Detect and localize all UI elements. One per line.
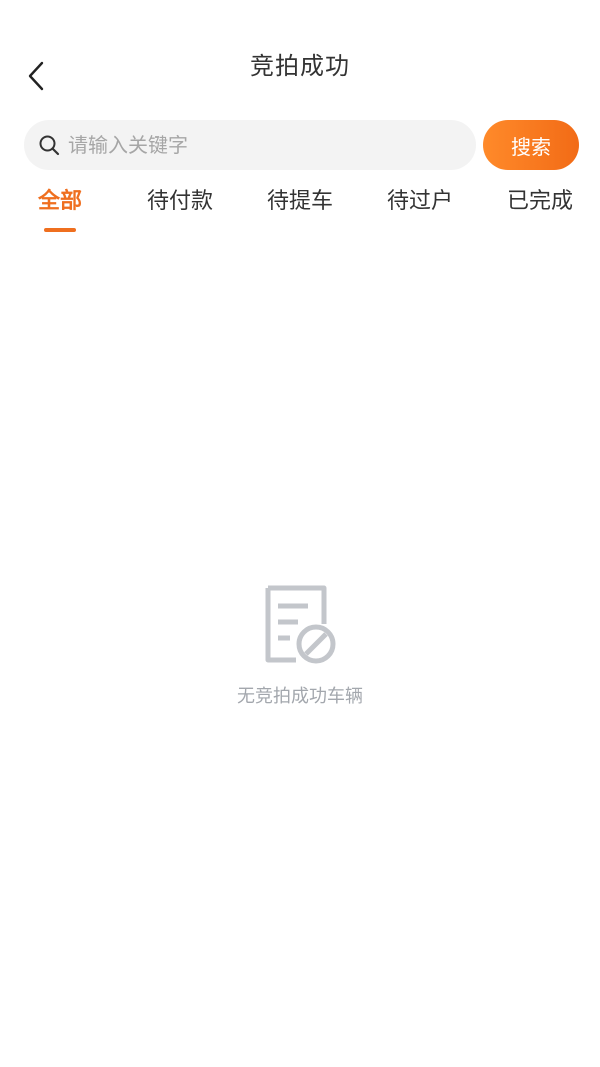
tab-pending-transfer[interactable]: 待过户 — [360, 180, 480, 236]
header: 竞拍成功 — [0, 0, 600, 110]
empty-state-message: 无竞拍成功车辆 — [237, 686, 363, 707]
active-tab-indicator — [44, 228, 76, 232]
search-icon — [38, 134, 60, 156]
tab-completed[interactable]: 已完成 — [480, 180, 600, 236]
tab-pending-payment[interactable]: 待付款 — [120, 180, 240, 236]
tab-bar: 全部 待付款 待提车 待过户 已完成 — [0, 180, 600, 236]
page: 竞拍成功 搜索 全部 待付款 待提车 待过户 已完成 无竞拍成功车辆 — [0, 0, 600, 1067]
search-button[interactable]: 搜索 — [483, 120, 579, 170]
tab-pending-pickup[interactable]: 待提车 — [240, 180, 360, 236]
search-input[interactable] — [66, 124, 450, 166]
no-document-icon — [262, 584, 342, 668]
page-title: 竞拍成功 — [250, 52, 350, 80]
search-bar[interactable] — [24, 120, 476, 170]
